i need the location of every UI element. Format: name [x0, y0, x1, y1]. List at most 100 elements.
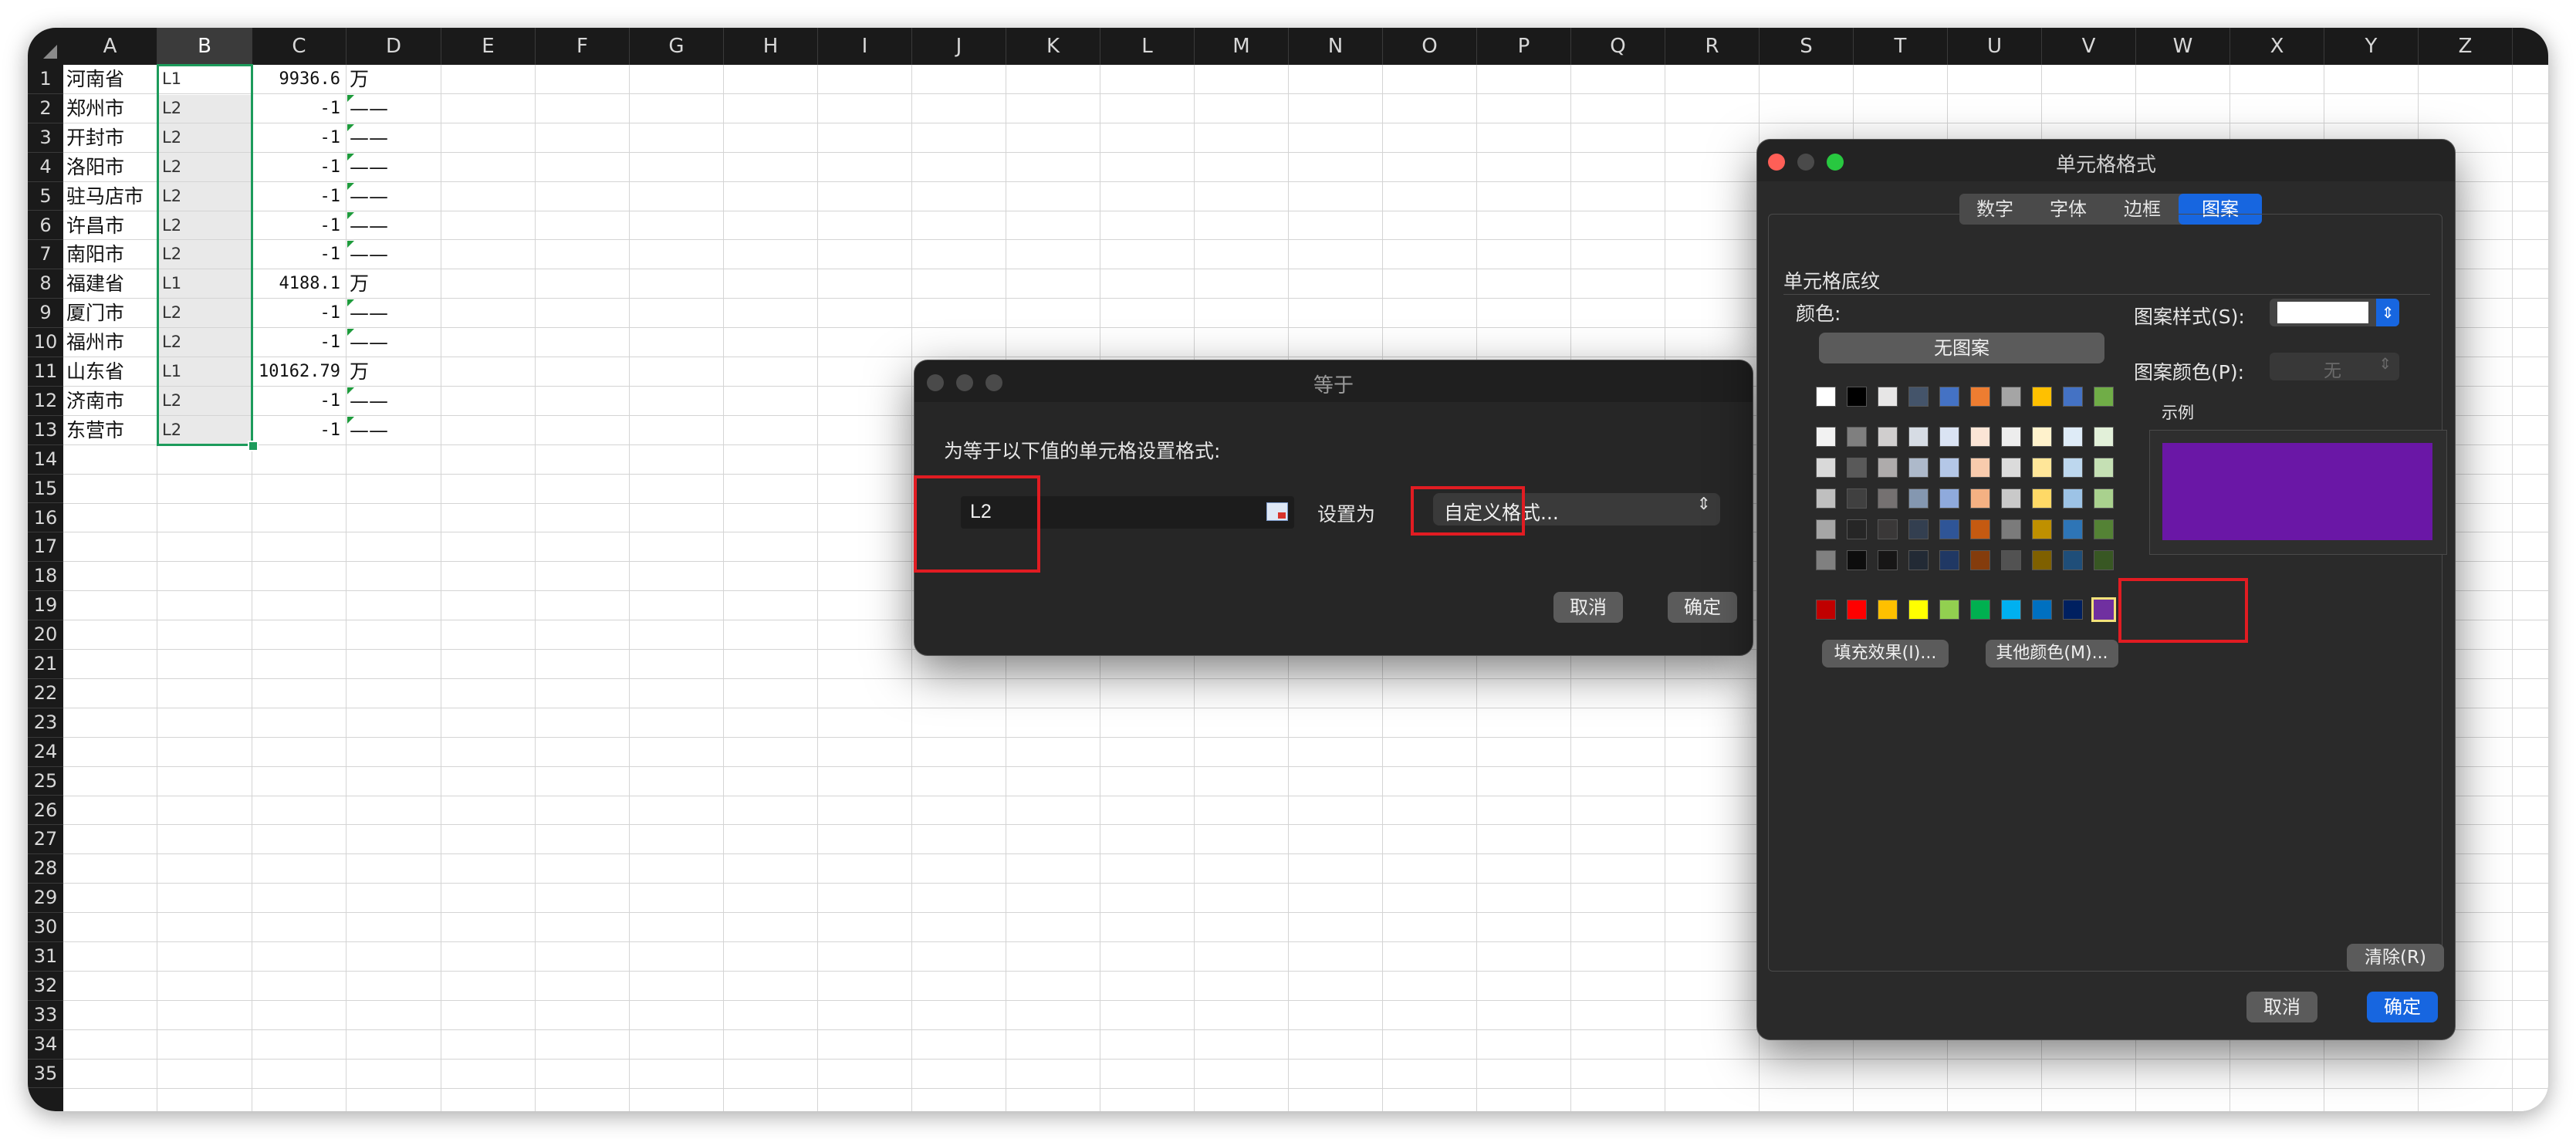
- color-swatch-theme-8[interactable]: [2032, 387, 2052, 407]
- column-header-j[interactable]: J: [912, 28, 1006, 65]
- cancel-button[interactable]: 取消: [1553, 592, 1623, 623]
- fill-effects-button[interactable]: 填充效果(I)...: [1822, 640, 1949, 668]
- clear-button[interactable]: 清除(R): [2347, 944, 2444, 972]
- color-swatch-tint-5-4[interactable]: [1908, 550, 1929, 570]
- color-swatch-tint-2-5[interactable]: [1939, 458, 1959, 478]
- color-swatch-tint-4-10[interactable]: [2094, 519, 2114, 539]
- row-header-21[interactable]: 21: [28, 650, 63, 679]
- column-header-b[interactable]: B: [157, 28, 252, 65]
- cell-d13[interactable]: ——: [350, 417, 438, 444]
- column-header-k[interactable]: K: [1006, 28, 1100, 65]
- row-header-10[interactable]: 10: [28, 328, 63, 357]
- column-header-l[interactable]: L: [1100, 28, 1195, 65]
- color-swatch-tint-3-9[interactable]: [2063, 488, 2083, 509]
- row-header-11[interactable]: 11: [28, 357, 63, 387]
- cell-c9[interactable]: -1: [252, 300, 341, 326]
- color-swatch-tint-5-1[interactable]: [1816, 550, 1836, 570]
- cell-d1[interactable]: 万: [350, 66, 438, 93]
- row-header-27[interactable]: 27: [28, 825, 63, 855]
- color-swatch-theme-10[interactable]: [2094, 387, 2114, 407]
- color-swatch-tint-4-8[interactable]: [2032, 519, 2052, 539]
- color-swatch-tint-1-7[interactable]: [2001, 427, 2021, 447]
- color-swatch-tint-4-5[interactable]: [1939, 519, 1959, 539]
- color-swatch-tint-4-4[interactable]: [1908, 519, 1929, 539]
- color-swatch-tint-5-5[interactable]: [1939, 550, 1959, 570]
- cell-d4[interactable]: ——: [350, 154, 438, 181]
- row-header-18[interactable]: 18: [28, 562, 63, 592]
- row-header-32[interactable]: 32: [28, 972, 63, 1001]
- color-swatch-tint-5-10[interactable]: [2094, 550, 2114, 570]
- column-header-u[interactable]: U: [1948, 28, 2042, 65]
- row-header-7[interactable]: 7: [28, 240, 63, 270]
- cell-c1[interactable]: 9936.6: [252, 66, 340, 93]
- color-swatch-tint-2-4[interactable]: [1908, 458, 1929, 478]
- color-swatch-tint-5-9[interactable]: [2063, 550, 2083, 570]
- column-header-y[interactable]: Y: [2324, 28, 2419, 65]
- cell-c13[interactable]: -1: [252, 417, 341, 444]
- color-swatch-tint-3-6[interactable]: [1970, 488, 1990, 509]
- cell-c7[interactable]: -1: [252, 242, 341, 268]
- color-swatch-tint-1-10[interactable]: [2094, 427, 2114, 447]
- row-header-34[interactable]: 34: [28, 1030, 63, 1060]
- color-swatch-tint-5-7[interactable]: [2001, 550, 2021, 570]
- fill-handle[interactable]: [248, 440, 259, 451]
- color-swatch-standard-4[interactable]: [1908, 600, 1929, 620]
- color-swatch-tint-2-1[interactable]: [1816, 458, 1836, 478]
- cell-d5[interactable]: ——: [350, 184, 438, 210]
- column-header-h[interactable]: H: [724, 28, 818, 65]
- color-swatch-theme-5[interactable]: [1939, 387, 1959, 407]
- cell-c4[interactable]: -1: [252, 154, 341, 181]
- color-swatch-tint-4-9[interactable]: [2063, 519, 2083, 539]
- cell-d6[interactable]: ——: [350, 213, 438, 239]
- color-swatch-tint-3-2[interactable]: [1847, 488, 1867, 509]
- row-header-25[interactable]: 25: [28, 767, 63, 796]
- color-swatch-tint-1-1[interactable]: [1816, 427, 1836, 447]
- column-header-d[interactable]: D: [347, 28, 441, 65]
- color-swatch-tint-2-9[interactable]: [2063, 458, 2083, 478]
- row-header-31[interactable]: 31: [28, 942, 63, 972]
- column-header-t[interactable]: T: [1854, 28, 1948, 65]
- row-header-13[interactable]: 13: [28, 416, 63, 445]
- cell-c6[interactable]: -1: [252, 213, 341, 239]
- cell-d11[interactable]: 万: [350, 359, 438, 385]
- no-pattern-button[interactable]: 无图案: [1819, 333, 2104, 363]
- ok-button[interactable]: 确定: [2367, 992, 2438, 1022]
- cell-d10[interactable]: ——: [350, 330, 438, 356]
- cell-c11[interactable]: 10162.79: [252, 359, 340, 385]
- row-header-8[interactable]: 8: [28, 269, 63, 299]
- row-header-35[interactable]: 35: [28, 1060, 63, 1089]
- row-header-33[interactable]: 33: [28, 1001, 63, 1030]
- column-header-x[interactable]: X: [2230, 28, 2324, 65]
- row-header-23[interactable]: 23: [28, 708, 63, 738]
- pattern-color-select[interactable]: 无 ⇕: [2270, 353, 2399, 381]
- color-swatch-standard-2[interactable]: [1847, 600, 1867, 620]
- column-header-c[interactable]: C: [252, 28, 347, 65]
- column-header-a[interactable]: A: [63, 28, 157, 65]
- column-header-r[interactable]: R: [1665, 28, 1760, 65]
- pattern-style-select[interactable]: ⇕: [2270, 299, 2399, 326]
- color-swatch-theme-3[interactable]: [1878, 387, 1898, 407]
- row-header-4[interactable]: 4: [28, 153, 63, 182]
- column-header-f[interactable]: F: [536, 28, 630, 65]
- row-header-1[interactable]: 1: [28, 65, 63, 94]
- color-swatch-tint-3-5[interactable]: [1939, 488, 1959, 509]
- select-all-corner[interactable]: [28, 28, 63, 65]
- color-swatch-tint-1-2[interactable]: [1847, 427, 1867, 447]
- row-header-6[interactable]: 6: [28, 211, 63, 241]
- color-swatch-theme-4[interactable]: [1908, 387, 1929, 407]
- color-swatch-tint-3-3[interactable]: [1878, 488, 1898, 509]
- color-swatch-theme-9[interactable]: [2063, 387, 2083, 407]
- row-header-28[interactable]: 28: [28, 854, 63, 884]
- color-swatch-tint-1-6[interactable]: [1970, 427, 1990, 447]
- color-swatch-tint-3-4[interactable]: [1908, 488, 1929, 509]
- column-header-z[interactable]: Z: [2419, 28, 2513, 65]
- color-swatch-standard-6[interactable]: [1970, 600, 1990, 620]
- row-header-29[interactable]: 29: [28, 884, 63, 914]
- row-header-9[interactable]: 9: [28, 299, 63, 329]
- cell-d7[interactable]: ——: [350, 242, 438, 268]
- color-swatch-theme-7[interactable]: [2001, 387, 2021, 407]
- cell-c12[interactable]: -1: [252, 388, 341, 414]
- more-colors-button[interactable]: 其他颜色(M)...: [1986, 640, 2118, 668]
- column-header-p[interactable]: P: [1477, 28, 1571, 65]
- color-swatch-tint-3-10[interactable]: [2094, 488, 2114, 509]
